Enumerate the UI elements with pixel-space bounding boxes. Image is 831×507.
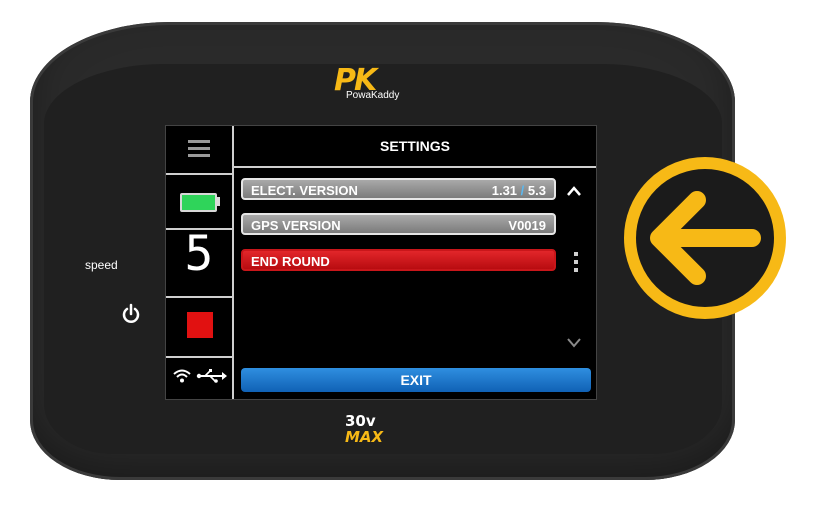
row-end-round[interactable]: END ROUND [241,249,556,271]
battery-icon [180,193,217,212]
row-value: V0019 [508,218,546,233]
more-dots-icon[interactable] [574,252,578,274]
arrow-left-icon [607,155,803,321]
stop-icon[interactable] [187,312,213,338]
power-icon[interactable] [120,303,142,325]
battery-tip [216,197,220,206]
row-label: GPS VERSION [251,218,341,233]
display-screen: 5 SETTINGS ELECT. VERSION 1.31 / 5.3 GPS… [165,125,597,400]
elect-value-b: 5.3 [527,183,546,198]
connectivity-cell [166,358,232,399]
row-gps-version[interactable]: GPS VERSION V0019 [241,213,556,235]
status-column: 5 [166,126,234,399]
value-separator: / [520,183,525,198]
row-elect-version[interactable]: ELECT. VERSION 1.31 / 5.3 [241,178,556,200]
badge-bottom: MAX [345,428,384,446]
badge-top: 30v [345,412,376,430]
row-value: 1.31 / 5.3 [492,180,546,202]
screen-title: SETTINGS [379,138,450,154]
stop-cell[interactable] [166,298,232,358]
row-label: END ROUND [251,254,330,269]
title-divider [234,166,596,168]
row-label: ELECT. VERSION [251,183,358,198]
wifi-icon [173,369,227,383]
model-badge: 30v MAX [333,414,383,450]
elect-value-a: 1.31 [491,183,518,198]
connectivity-icons [172,366,228,386]
chevron-down-icon[interactable] [567,335,581,348]
logo-text: PowaKaddy [346,90,400,101]
chevron-up-icon[interactable] [567,183,581,196]
speed-value: 5 [184,226,214,282]
speed-cell: 5 [166,226,232,298]
usb-icon [196,369,227,383]
speed-label: speed [85,258,118,272]
battery-cell [166,175,232,230]
menu-icon[interactable] [188,140,210,158]
powakaddy-logo: PK PowaKaddy [334,66,434,102]
menu-cell[interactable] [166,126,232,175]
exit-button[interactable]: EXIT [241,368,591,392]
